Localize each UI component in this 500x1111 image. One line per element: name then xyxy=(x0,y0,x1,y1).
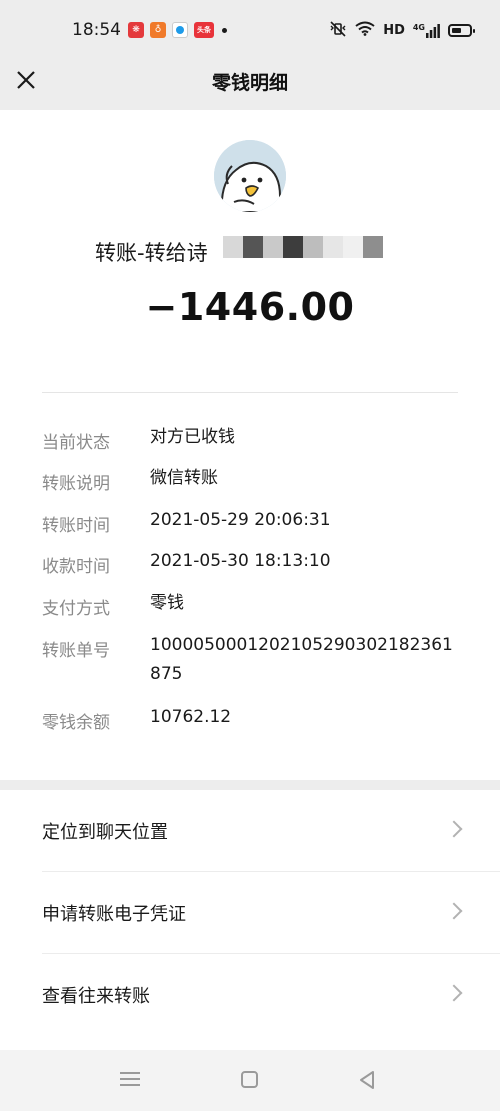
transaction-id-value[interactable]: 1000050001202105290302182361875 xyxy=(150,631,460,689)
detail-value: 2021-05-30 18:13:10 xyxy=(150,551,331,571)
chevron-right-icon xyxy=(445,902,463,920)
detail-label: 转账单号 xyxy=(42,641,110,661)
request-receipt-button[interactable]: 申请转账电子凭证 xyxy=(0,872,500,954)
chevron-right-icon xyxy=(445,820,463,838)
page-title: 零钱明细 xyxy=(211,72,288,94)
action-label: 定位到聊天位置 xyxy=(42,822,168,843)
locate-chat-button[interactable]: 定位到聊天位置 xyxy=(0,790,500,872)
home-icon[interactable] xyxy=(241,1071,258,1088)
detail-value: 零钱 xyxy=(150,593,184,613)
notification-icons: ❋ ♁ 头条 xyxy=(128,22,227,38)
detail-value: 微信转账 xyxy=(150,468,218,488)
transfer-title: 转账-转给诗 xyxy=(95,241,208,265)
vibrate-icon xyxy=(329,21,347,40)
detail-label: 当前状态 xyxy=(42,433,110,453)
recipient-name-redacted xyxy=(223,236,383,258)
nav-bar: 零钱明细 xyxy=(0,58,500,106)
detail-label: 收款时间 xyxy=(42,557,110,577)
detail-value: 2021-05-29 20:06:31 xyxy=(150,510,331,530)
view-transfers-button[interactable]: 查看往来转账 xyxy=(0,954,500,1036)
status-time: 18:54 xyxy=(72,20,121,40)
status-bar: 18:54 ❋ ♁ 头条 HD 4G xyxy=(0,0,500,58)
battery-icon xyxy=(448,24,475,37)
detail-label: 支付方式 xyxy=(42,599,110,619)
system-status: HD 4G xyxy=(329,21,475,40)
more-notifications-dot xyxy=(222,27,227,33)
detail-label: 转账说明 xyxy=(42,474,110,494)
menu-icon[interactable] xyxy=(120,1072,140,1090)
detail-value: 10762.12 xyxy=(150,707,232,727)
signal-icon: 4G xyxy=(413,23,440,38)
toutiao-notification-icon: 头条 xyxy=(194,22,214,38)
hd-indicator: HD xyxy=(383,23,405,38)
app-notification-icon: ♁ xyxy=(150,22,166,38)
divider xyxy=(42,392,458,393)
detail-label: 零钱余额 xyxy=(42,713,110,733)
action-list: 定位到聊天位置 申请转账电子凭证 查看往来转账 xyxy=(0,790,500,1050)
recipient-avatar[interactable] xyxy=(214,140,286,212)
wifi-icon xyxy=(355,21,375,40)
detail-value: 对方已收钱 xyxy=(150,427,235,447)
app-notification-icon: ❋ xyxy=(128,22,144,38)
action-label: 申请转账电子凭证 xyxy=(42,904,186,925)
system-nav-bar xyxy=(0,1050,500,1111)
detail-label: 转账时间 xyxy=(42,516,110,536)
action-label: 查看往来转账 xyxy=(42,986,150,1007)
transfer-detail-card: 转账-转给诗 −1446.00 当前状态 对方已收钱 转账说明 微信转账 转账时… xyxy=(0,110,500,780)
chevron-right-icon xyxy=(445,984,463,1002)
back-icon[interactable] xyxy=(358,1070,376,1090)
transfer-amount: −1446.00 xyxy=(145,285,355,329)
app-notification-icon xyxy=(172,22,188,38)
